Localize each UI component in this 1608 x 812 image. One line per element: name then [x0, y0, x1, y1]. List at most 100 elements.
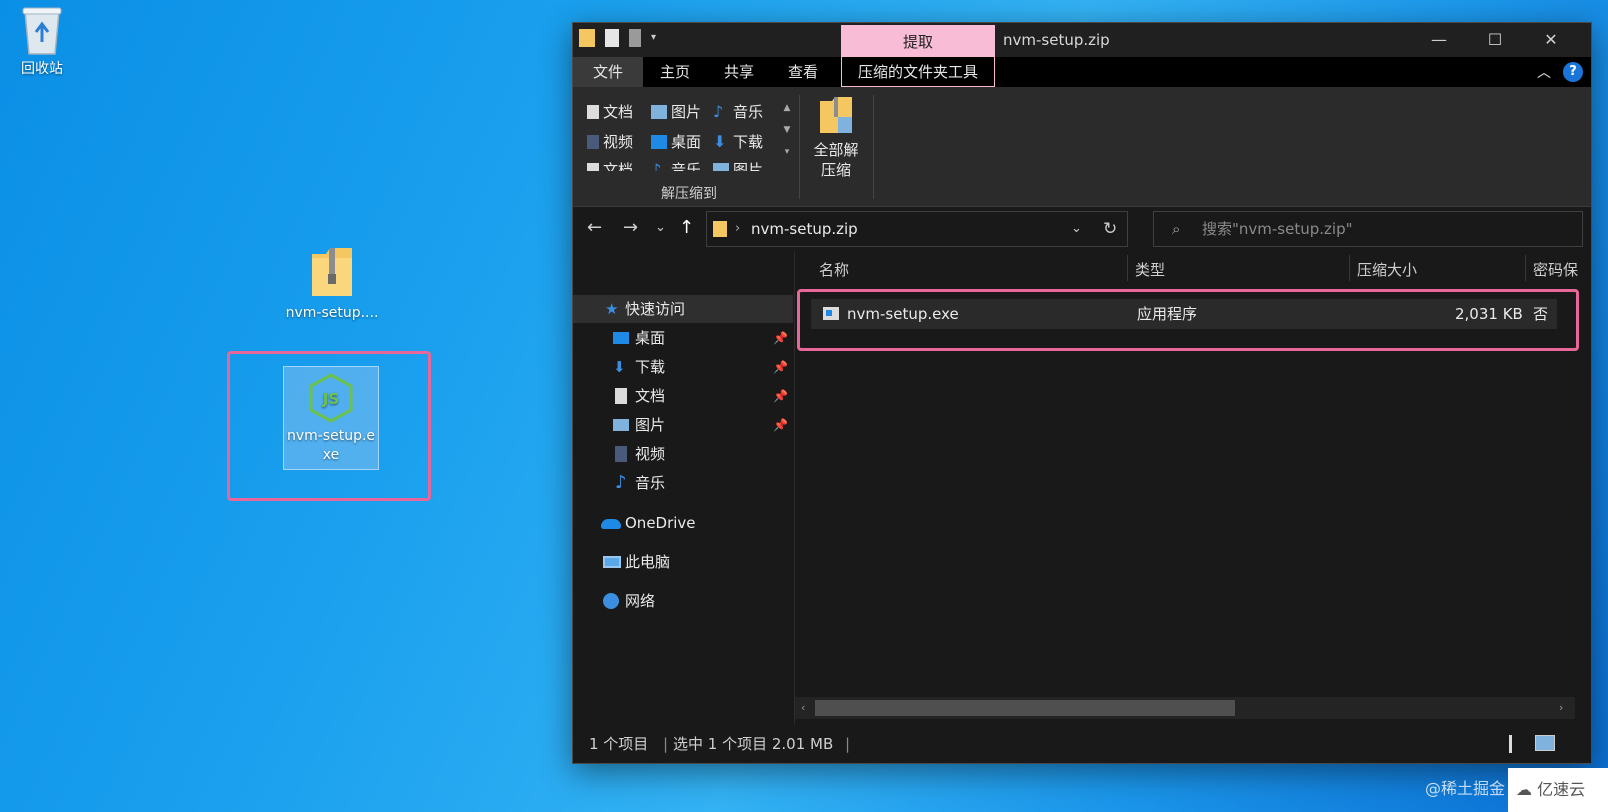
scrollbar-thumb[interactable] [815, 700, 1235, 716]
column-separator[interactable] [1525, 255, 1526, 281]
network-icon [603, 593, 619, 609]
column-header-password[interactable]: 密码保 [1533, 259, 1578, 280]
watermark-juejin: @稀土掘金 [1425, 779, 1506, 798]
large-icons-view-icon[interactable] [1535, 735, 1555, 751]
gallery-item-documents[interactable]: 文档 [587, 101, 633, 122]
zip-file-desktop-icon[interactable]: nvm-setup.... [282, 244, 382, 323]
scroll-up-icon[interactable]: ▲ [781, 97, 793, 119]
horizontal-scrollbar[interactable]: ‹ › [795, 697, 1575, 719]
scroll-left-icon[interactable]: ‹ [801, 697, 805, 719]
chevron-down-icon[interactable]: ▾ [651, 29, 661, 47]
nav-item-documents[interactable]: 文档 📌 [573, 382, 793, 410]
help-icon[interactable]: ? [1563, 62, 1583, 82]
cloud-icon: ☁ [1516, 780, 1532, 799]
zip-folder-icon [312, 248, 352, 296]
star-pin-icon: ★ [605, 300, 619, 318]
column-header-compressed-size[interactable]: 压缩大小 [1357, 259, 1417, 280]
nav-item-pictures[interactable]: 图片 📌 [573, 411, 793, 439]
ribbon-separator [799, 95, 800, 199]
nav-item-onedrive[interactable]: OneDrive [573, 509, 793, 537]
onedrive-icon [601, 519, 621, 529]
status-divider: | [663, 735, 669, 753]
gallery-item-downloads[interactable]: ⬇ 下载 [713, 131, 763, 152]
this-pc-icon [603, 556, 621, 568]
recent-chevron-icon[interactable]: ⌄ [655, 220, 666, 235]
address-dropdown-icon[interactable]: ⌄ [1071, 212, 1082, 246]
gallery-item-videos[interactable]: 视频 [587, 131, 633, 152]
desktop-icon [613, 332, 629, 344]
video-icon [587, 134, 599, 149]
status-selected: 选中 1 个项目 2.01 MB [673, 735, 834, 753]
gallery-item-desktop[interactable]: 桌面 [651, 131, 701, 152]
pin-icon[interactable]: 📌 [773, 324, 788, 352]
extract-to-gallery: 文档 图片 ♪ 音乐 视频 桌面 ⬇ 下载 文档 ♪ 音乐 图片 [583, 95, 779, 171]
nav-item-network[interactable]: 网络 [573, 587, 793, 615]
scroll-down-icon[interactable]: ▼ [781, 119, 793, 141]
gallery-more-icon[interactable]: ▾ [781, 141, 793, 163]
tab-home[interactable]: 主页 [645, 57, 705, 87]
music-icon: ♪ [651, 159, 662, 171]
extract-all-icon [820, 97, 852, 133]
watermark-yisuyun: ☁ 亿速云 [1508, 768, 1608, 812]
details-view-icon[interactable] [1509, 735, 1525, 753]
column-separator[interactable] [1349, 255, 1350, 281]
pin-icon[interactable]: 📌 [773, 382, 788, 410]
gallery-scroll[interactable]: ▲ ▼ ▾ [781, 97, 793, 167]
scroll-right-icon[interactable]: › [1559, 697, 1563, 719]
maximize-button[interactable]: ☐ [1467, 23, 1523, 57]
music-icon: ♪ [615, 472, 627, 493]
pin-icon[interactable]: 📌 [773, 353, 788, 381]
pictures-icon [651, 104, 667, 119]
nav-item-downloads[interactable]: ⬇ 下载 📌 [573, 353, 793, 381]
exe-highlight-box [227, 351, 431, 501]
tab-compressed-folder-tools[interactable]: 压缩的文件夹工具 [841, 57, 995, 87]
nav-item-desktop[interactable]: 桌面 📌 [573, 324, 793, 352]
search-input[interactable]: ⌕ 搜索"nvm-setup.zip" [1153, 211, 1583, 247]
gallery-item-pictures-2[interactable]: 图片 [713, 159, 763, 171]
download-icon: ⬇ [613, 358, 626, 376]
tab-share[interactable]: 共享 [709, 57, 769, 87]
new-folder-icon[interactable] [629, 29, 641, 47]
gallery-item-music[interactable]: ♪ 音乐 [713, 101, 763, 122]
tab-file[interactable]: 文件 [573, 57, 643, 87]
gallery-item-documents-2[interactable]: 文档 [587, 159, 633, 171]
refresh-icon[interactable]: ↻ [1103, 212, 1117, 246]
column-header-name[interactable]: 名称 [819, 259, 849, 280]
ribbon-panel: 文档 图片 ♪ 音乐 视频 桌面 ⬇ 下载 文档 ♪ 音乐 图片 ▲ ▼ ▾ 解压缩到… [573, 87, 1591, 207]
minimize-button[interactable]: — [1411, 23, 1467, 57]
column-separator[interactable] [1127, 255, 1128, 281]
tab-view[interactable]: 查看 [773, 57, 833, 87]
nav-item-music[interactable]: ♪ 音乐 [573, 469, 793, 497]
back-arrow-icon[interactable]: ← [587, 217, 602, 238]
recycle-bin-icon [22, 7, 62, 55]
navigation-pane: ★ 快速访问 桌面 📌 ⬇ 下载 📌 文档 📌 图片 📌 视频 ♪ 音乐 One… [573, 251, 795, 725]
extract-all-button[interactable]: 全部解 压缩 [805, 95, 867, 180]
up-arrow-icon[interactable]: ↑ [679, 217, 694, 238]
nav-item-videos[interactable]: 视频 [573, 440, 793, 468]
title-bar: ▾ 提取 nvm-setup.zip — ☐ ✕ [573, 23, 1591, 57]
recycle-bin-desktop-icon[interactable]: 回收站 [12, 4, 72, 79]
ribbon-tabs: 文件 主页 共享 查看 压缩的文件夹工具 ︿ ? [573, 57, 1591, 87]
search-placeholder: 搜索"nvm-setup.zip" [1202, 220, 1353, 238]
address-input[interactable]: › nvm-setup.zip ⌄ ↻ [706, 211, 1128, 247]
status-bar: 1 个项目 | 选中 1 个项目 2.01 MB | [573, 725, 1591, 763]
pictures-icon [613, 419, 629, 431]
column-header-type[interactable]: 类型 [1135, 259, 1165, 280]
quick-access-toolbar: ▾ [579, 29, 661, 47]
sort-indicator-icon: ^ [961, 251, 971, 258]
nav-item-this-pc[interactable]: 此电脑 [573, 548, 793, 576]
pin-icon[interactable]: 📌 [773, 411, 788, 439]
download-icon: ⬇ [713, 131, 727, 151]
close-button[interactable]: ✕ [1523, 23, 1579, 57]
nav-item-quick-access[interactable]: ★ 快速访问 [573, 295, 793, 323]
video-icon [615, 446, 627, 462]
forward-arrow-icon[interactable]: → [623, 217, 638, 238]
collapse-ribbon-icon[interactable]: ︿ [1537, 62, 1551, 82]
window-title: nvm-setup.zip [1003, 31, 1110, 49]
folder-icon [579, 29, 595, 47]
gallery-item-music-2[interactable]: ♪ 音乐 [651, 159, 701, 171]
gallery-item-pictures[interactable]: 图片 [651, 101, 701, 122]
breadcrumb-chevron-icon: › [735, 221, 741, 236]
context-tab-extract[interactable]: 提取 [841, 25, 995, 57]
properties-icon[interactable] [605, 29, 619, 47]
